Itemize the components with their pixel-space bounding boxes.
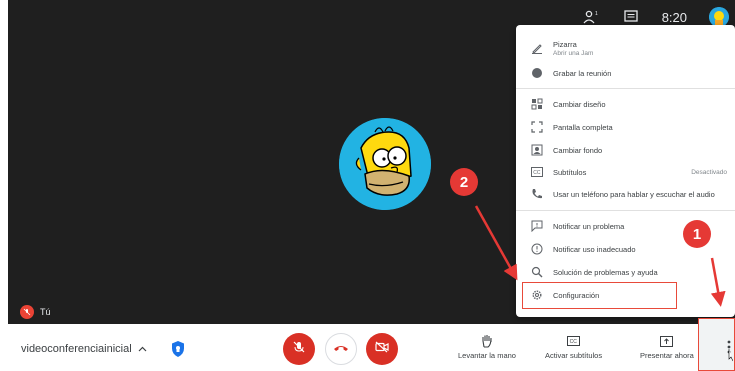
step-badge-2: 2	[450, 168, 478, 196]
step-badge-1: 1	[683, 220, 711, 248]
annotation-arrows	[474, 205, 726, 307]
arrow-to-more-options	[710, 257, 726, 307]
arrow-to-settings	[474, 205, 518, 281]
